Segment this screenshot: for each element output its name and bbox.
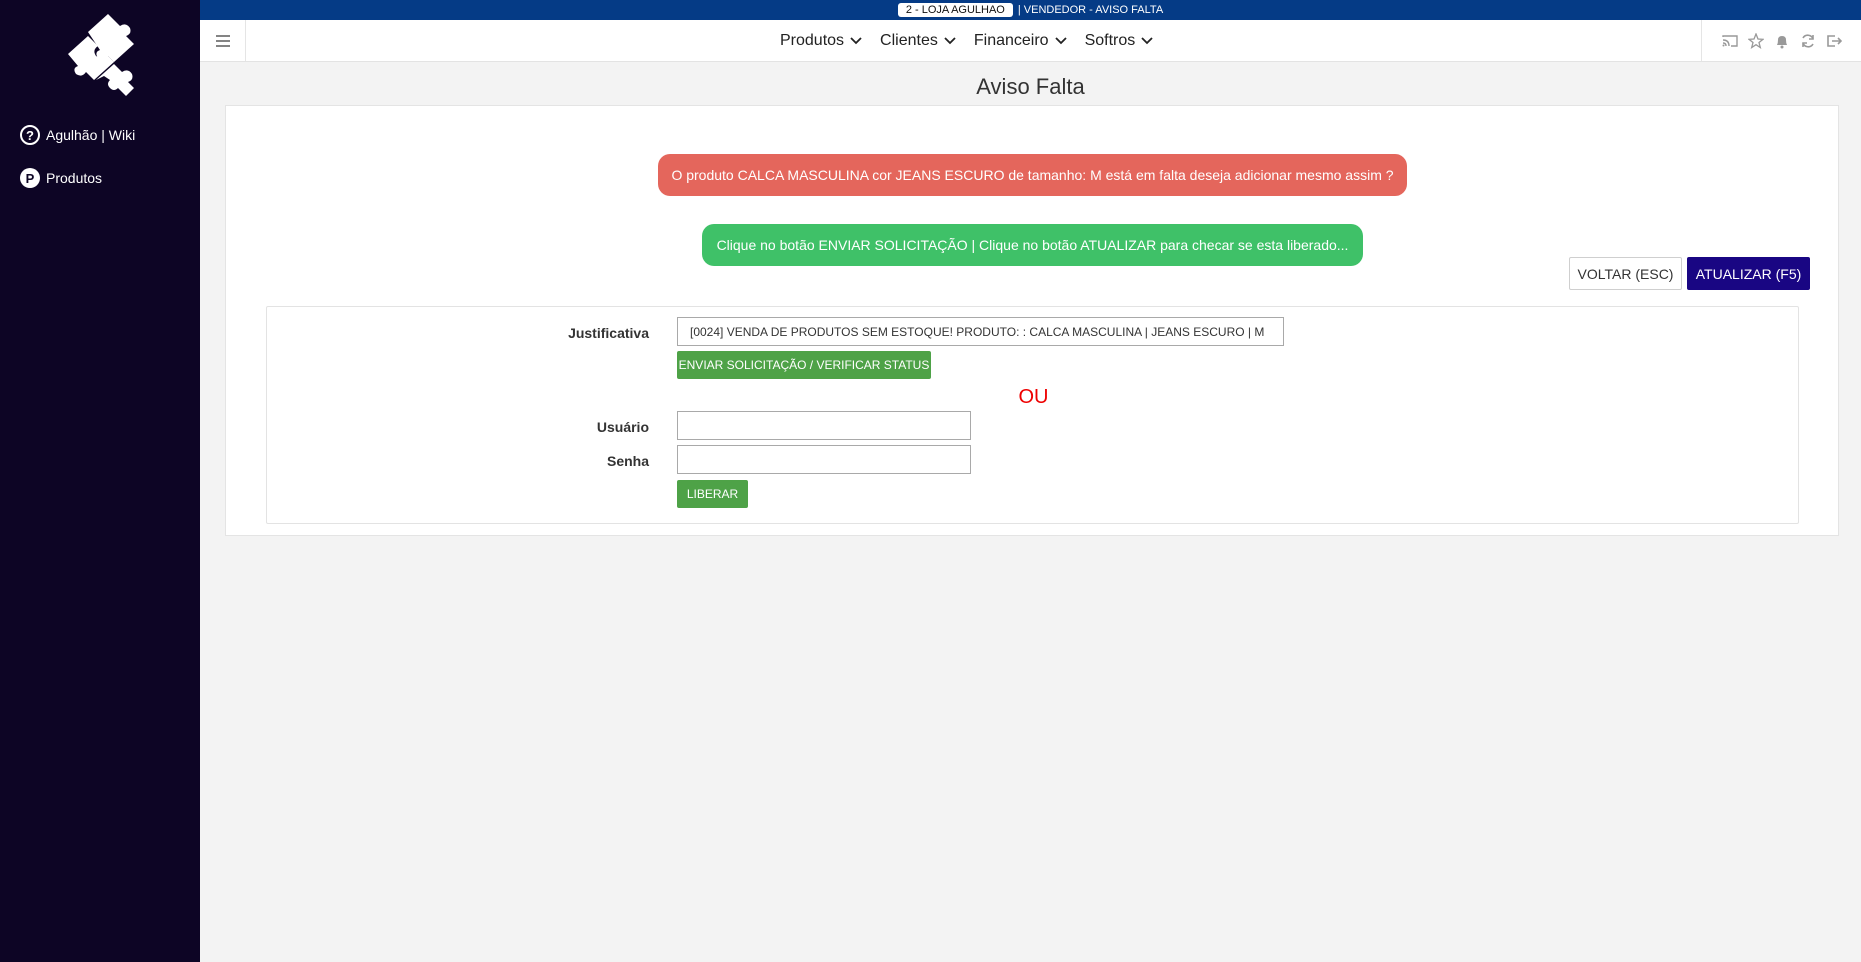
logout-icon[interactable] [1826,33,1842,49]
senha-label: Senha [606,453,649,469]
sidebar-item-produtos[interactable]: P Produtos [20,168,102,188]
chevron-down-icon [1054,36,1067,44]
liberar-button[interactable]: LIBERAR [677,480,748,508]
alert-out-of-stock: O produto CALCA MASCULINA cor JEANS ESCU… [658,154,1407,196]
justificativa-label: Justificativa [568,325,649,341]
refresh-icon[interactable] [1800,33,1816,49]
store-badge: 2 - LOJA AGULHAO [897,3,1013,17]
sidebar-item-wiki[interactable]: ? Agulhão | Wiki [20,125,135,145]
p-circle-icon: P [20,168,40,188]
main-menu: Produtos Clientes Financeiro Softros [780,20,1153,61]
page-title: Aviso Falta [976,74,1085,99]
atualizar-button[interactable]: ATUALIZAR (F5) [1687,257,1810,290]
menu-label: Softros [1084,31,1136,49]
alert-instructions: Clique no botão ENVIAR SOLICITAÇÃO | Cli… [702,224,1363,266]
star-icon[interactable] [1747,32,1764,49]
page-context: | VENDEDOR - AVISO FALTA [1017,4,1164,16]
menu-label: Clientes [880,31,938,49]
menu-clientes[interactable]: Clientes [880,32,956,50]
ou-separator: OU [1018,386,1049,408]
sidebar-item-label: Produtos [46,170,103,186]
bell-icon[interactable] [1774,33,1790,49]
hamburger-menu-icon[interactable] [200,20,246,61]
main-card: O produto CALCA MASCULINA cor JEANS ESCU… [225,105,1839,536]
menu-label: Produtos [780,31,845,49]
menu-financeiro[interactable]: Financeiro [974,32,1067,50]
justificativa-field[interactable]: [0024] VENDA DE PRODUTOS SEM ESTOQUE! PR… [677,317,1284,346]
question-circle-icon: ? [20,125,40,145]
chevron-down-icon [850,36,862,44]
chevron-down-icon [1141,36,1153,44]
navbar: Produtos Clientes Financeiro Softros [200,20,1861,62]
chevron-down-icon [944,36,956,44]
sidebar: ? Agulhão | Wiki P Produtos [0,0,200,962]
senha-field[interactable] [677,445,971,474]
usuario-field[interactable] [677,411,971,440]
request-form: Justificativa [0024] VENDA DE PRODUTOS S… [266,306,1799,524]
usuario-label: Usuário [596,419,649,435]
toolbar-icons [1701,20,1861,61]
menu-produtos[interactable]: Produtos [780,32,862,50]
cast-icon[interactable] [1721,33,1738,49]
puzzle-logo-icon[interactable] [68,14,134,96]
menu-label: Financeiro [973,31,1049,49]
top-status-bar: 2 - LOJA AGULHAO | VENDEDOR - AVISO FALT… [200,0,1861,20]
menu-softros[interactable]: Softros [1085,32,1154,50]
enviar-solicitacao-button[interactable]: ENVIAR SOLICITAÇÃO / VERIFICAR STATUS [677,351,931,379]
voltar-button[interactable]: VOLTAR (ESC) [1569,257,1682,290]
sidebar-item-label: Agulhão | Wiki [46,127,136,143]
